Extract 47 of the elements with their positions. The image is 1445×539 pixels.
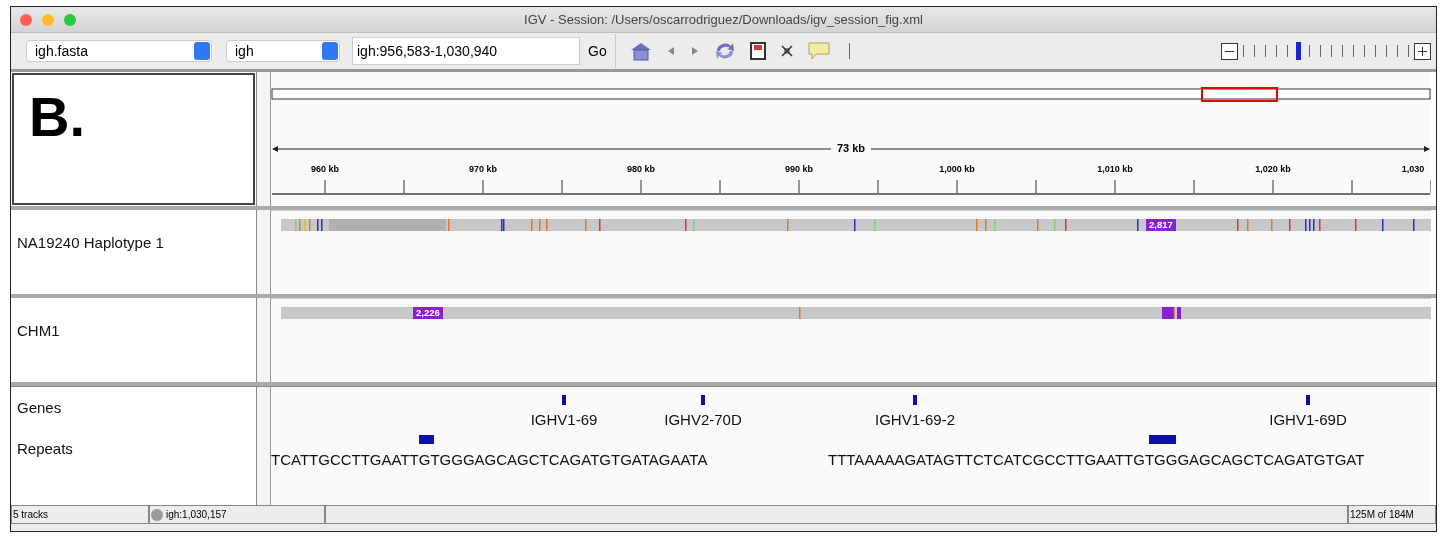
gene-marker: [913, 395, 917, 405]
repeat-feature: [419, 435, 434, 444]
panel-label: B.: [29, 84, 85, 149]
ruler-label: 980 kb: [627, 164, 655, 174]
close-button[interactable]: [20, 13, 32, 26]
ruler-label: 1,000 kb: [939, 164, 975, 174]
track-name: CHM1: [17, 322, 60, 339]
track-name: Repeats: [17, 440, 73, 457]
ruler-label: 1,010 kb: [1097, 164, 1133, 174]
coverage-count: 2,226: [413, 307, 443, 319]
gene-marker: [1306, 395, 1310, 405]
genome-dropdown[interactable]: igh.fasta: [26, 40, 212, 62]
repeat-feature: [1149, 435, 1176, 444]
ruler-label: 970 kb: [469, 164, 497, 174]
status-indicator-icon: [151, 508, 163, 521]
home-icon[interactable]: [629, 41, 652, 61]
track-name: Genes: [17, 399, 62, 416]
chromosome-dropdown[interactable]: igh: [226, 40, 340, 62]
gene-label: IGHV1-69-2: [875, 411, 955, 428]
gene-label: IGHV1-69: [530, 411, 598, 428]
cursor-position: igh:1,030,157: [166, 509, 227, 520]
gene-label: IGHV1-69D: [1269, 411, 1347, 428]
span-label: 73 kb: [830, 142, 872, 154]
locus-field[interactable]: igh:956,583-1,030,940: [352, 37, 580, 65]
window-title: IGV - Session: /Users/oscarrodriguez/Downloads/igv_session_fig.xml: [524, 12, 923, 27]
sequence-text: TTTAAAAAGATAGTTCTCATCGCCTTGAATTGTGGGAGCAGCTCAGATGTGAT: [828, 451, 1365, 468]
gene-label: IGHV2-70D: [664, 411, 742, 428]
zoom-out-button[interactable]: [1221, 42, 1238, 60]
ruler-label: 960 kb: [311, 164, 339, 174]
gene-marker: [562, 395, 566, 405]
ruler-label: 1,020 kb: [1255, 164, 1291, 174]
forward-icon[interactable]: [689, 46, 700, 56]
ruler-icon[interactable]: [749, 42, 766, 60]
ruler-label: 990 kb: [785, 164, 813, 174]
gene-marker: [701, 395, 705, 405]
slider-thumb[interactable]: [1296, 42, 1302, 60]
track-name: NA19240 Haplotype 1: [17, 234, 164, 251]
track-count: 5 tracks: [11, 505, 149, 524]
ruler-label: 1,030: [1401, 164, 1425, 174]
memory-usage: 125M of 184M: [1348, 505, 1436, 524]
zoom-slider[interactable]: [1243, 42, 1409, 60]
zoom-in-button[interactable]: [1414, 42, 1431, 60]
refresh-icon[interactable]: [713, 41, 736, 61]
fit-icon[interactable]: [779, 44, 794, 58]
go-button[interactable]: Go: [580, 34, 616, 68]
coverage-count: 2,817: [1146, 219, 1176, 231]
sequence-text: TCATTGCCTTGAATTGTGGGAGCAGCTCAGATGTGATAGAATA: [271, 451, 708, 468]
